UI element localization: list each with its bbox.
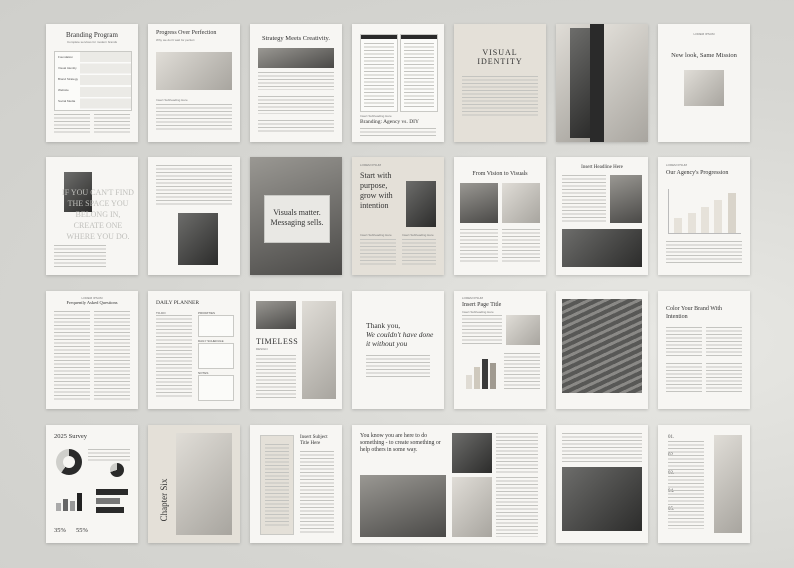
photo-desk [258,48,334,68]
photo-building [562,299,642,393]
page-title: VISUAL IDENTITY [477,48,523,66]
page-survey: 2025 Survey 35% 55% [46,425,138,543]
photo-woman-coffee [178,213,218,265]
page-title: Our Agency's Progression [666,170,729,176]
page-agency-progression: LOREM IPSUM Our Agency's Progression [658,157,750,275]
page-thank-you: Thank you, We couldn't have done it with… [352,291,444,409]
thank-you-line1: Thank you, [366,321,401,330]
photo-woman [406,181,436,227]
page-title: You know you are here to do something - … [360,433,441,454]
page-portrait-dark [556,24,648,142]
page-title: Branding Program [66,31,118,39]
photo-woman-outdoor [360,475,446,537]
progression-bar [701,206,709,233]
page-numbered-list: 01. 02. 03. 04. 05. [658,425,750,543]
page-title: 2025 Survey [54,433,88,440]
page-insert-subject: Insert Subject Title Here [250,425,342,543]
page-visual-identity: VISUAL IDENTITY [454,24,546,142]
page-strategy: Strategy Meets Creativity. [250,24,342,142]
photo-still-life [176,433,232,535]
page-branding-program: Branding Program Complete services for m… [46,24,138,142]
photo-shoes [562,467,642,531]
page-title: New look, Same Mission [671,52,737,59]
mini-bar-chart [464,353,498,389]
page-subtitle: Complete services for modern brands [66,40,118,44]
small-pie-icon [110,463,124,477]
page-branding-agency-vs-diy: Insert Subheading Here Branding: Agency … [352,24,444,142]
page-chapter-six: Chapter Six [148,425,240,543]
page-new-look: LOREM IPSUM New look, Same Mission [658,24,750,142]
thank-you-line2: We couldn't have done it without you [366,330,434,348]
page-title: Visuals matter. Messaging sells. [270,208,324,227]
photo-hands [562,229,642,267]
page-progress: Progress Over Perfection Why we don't wa… [148,24,240,142]
page-quote: IF YOU CAN'T FIND THE SPACE YOU BELONG I… [46,157,138,275]
photo-vertical [302,301,336,399]
page-insert-headline: Insert Headline Here [556,157,648,275]
page-title: Insert Headline Here [581,165,623,170]
photo-chair [684,70,724,106]
photo-person-walking [714,435,742,533]
progression-bar [687,213,696,233]
services-table: Foundation Visual Identity Brand Strateg… [54,51,132,111]
page-you-know: You know you are here to do something - … [352,425,546,543]
page-timeless: TIMELESS DESIGN [250,291,342,409]
progression-bar [674,217,683,233]
photo-person [570,28,590,138]
page-title: Progress Over Perfection [156,30,217,36]
page-title: DAILY PLANNER [156,300,200,306]
page-title: Color Your Brand With Intention [666,306,722,320]
page-title: Branding: Agency vs. DIY [360,119,419,125]
photo-interior [156,52,232,90]
page-photo-woman [148,157,240,275]
page-building-photo [556,291,648,409]
page-vision-to-visuals: From Vision to Visuals [454,157,546,275]
page-faq: LOREM IPSUM Frequently Asked Questions [46,291,138,409]
page-title: Insert Page Title [462,302,502,308]
survey-bars [56,489,84,511]
stat-2: 55% [76,527,88,534]
page-color-your-brand: Color Your Brand With Intention [658,291,750,409]
chapter-title: Chapter Six [159,478,169,522]
progression-bar [714,200,723,233]
todo-list [156,315,192,399]
page-title: Insert Subject Title Here [300,435,328,446]
page-insert-page-title: LOREM IPSUM Insert Page Title Insert Sub… [454,291,546,409]
progression-bar [727,193,736,233]
quote-text: IF YOU CAN'T FIND THE SPACE YOU BELONG I… [62,188,134,241]
page-shoes-photo [556,425,648,543]
page-title: From Vision to Visuals [472,171,528,177]
page-title: Start with purpose, grow with intention [360,171,393,210]
progression-bar-chart [668,189,741,234]
page-daily-planner: DAILY PLANNER TO-DO PRIORITIES DAILY SCH… [148,291,240,409]
page-visuals-matter: Visuals matter. Messaging sells. [250,157,342,275]
page-start-with-purpose: LOREM IPSUM Start with purpose, grow wit… [352,157,444,275]
page-title: Frequently Asked Questions [66,300,118,305]
page-title: Strategy Meets Creativity. [262,35,330,42]
